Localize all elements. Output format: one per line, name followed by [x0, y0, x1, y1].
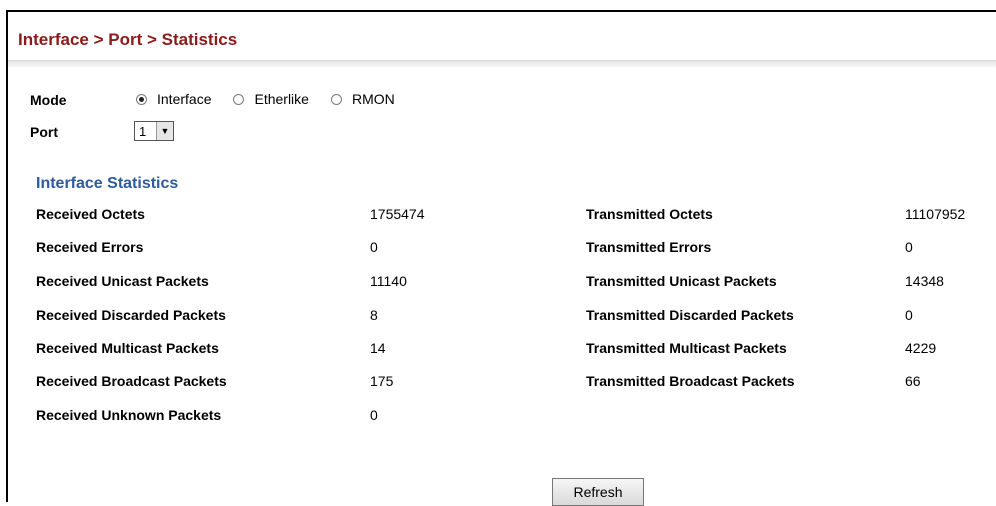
mode-option-rmon[interactable]: RMON: [330, 91, 395, 107]
mode-option-etherlike[interactable]: Etherlike: [233, 91, 309, 107]
rx-value: 0: [370, 407, 378, 423]
port-select[interactable]: 1 ▼: [134, 121, 174, 141]
stat-row: Received Octets 1755474 Transmitted Octe…: [8, 206, 996, 228]
tx-value: 11107952: [905, 206, 966, 222]
rx-value: 0: [370, 239, 378, 255]
chevron-down-icon[interactable]: ▼: [156, 122, 173, 140]
stat-row: Received Unknown Packets 0: [8, 407, 996, 429]
mode-label: Mode: [30, 92, 67, 108]
mode-radio-group: Interface Etherlike RMON: [136, 91, 417, 107]
stat-row: Received Broadcast Packets 175 Transmitt…: [8, 373, 996, 395]
tx-label: Transmitted Unicast Packets: [586, 273, 777, 289]
radio-interface-label: Interface: [157, 91, 212, 107]
rx-label: Received Multicast Packets: [36, 340, 219, 356]
rx-label: Received Errors: [36, 239, 144, 255]
stat-row: Received Unicast Packets 11140 Transmitt…: [8, 273, 996, 295]
tx-value: 4229: [905, 340, 937, 356]
page-frame: Interface > Port > Statistics Mode Inter…: [6, 10, 996, 506]
stat-row: Received Errors 0 Transmitted Errors 0: [8, 239, 996, 261]
title-bar: Interface > Port > Statistics: [8, 12, 996, 54]
tx-label: Transmitted Discarded Packets: [586, 307, 794, 323]
rx-value: 1755474: [370, 206, 425, 222]
page-title: Interface > Port > Statistics: [18, 30, 238, 49]
radio-etherlike-label: Etherlike: [254, 91, 309, 107]
radio-rmon[interactable]: [330, 93, 342, 105]
tx-label: Transmitted Multicast Packets: [586, 340, 787, 356]
tx-label: Transmitted Broadcast Packets: [586, 373, 795, 389]
rx-value: 8: [370, 307, 378, 323]
section-heading: Interface Statistics: [36, 175, 179, 192]
rx-value: 175: [370, 373, 394, 389]
rx-value: 11140: [370, 273, 407, 289]
tx-value: 0: [905, 239, 913, 255]
radio-interface[interactable]: [136, 93, 147, 105]
tx-value: 14348: [905, 273, 944, 289]
tx-value: 66: [905, 373, 921, 389]
tx-label: Transmitted Errors: [586, 239, 712, 255]
rx-label: Received Discarded Packets: [36, 307, 226, 323]
mode-option-interface[interactable]: Interface: [136, 91, 211, 107]
stat-row: Received Discarded Packets 8 Transmitted…: [8, 307, 996, 329]
rx-label: Received Octets: [36, 206, 145, 222]
radio-etherlike[interactable]: [233, 93, 245, 105]
rx-value: 14: [370, 340, 386, 356]
rx-label: Received Broadcast Packets: [36, 373, 227, 389]
rx-label: Received Unicast Packets: [36, 273, 209, 289]
stat-row: Received Multicast Packets 14 Transmitte…: [8, 340, 996, 362]
port-label: Port: [30, 124, 58, 140]
radio-rmon-label: RMON: [351, 91, 395, 107]
rx-label: Received Unknown Packets: [36, 407, 222, 423]
tx-value: 0: [905, 307, 913, 323]
title-divider: [8, 60, 996, 67]
port-select-value: 1: [139, 123, 147, 139]
tx-label: Transmitted Octets: [586, 206, 713, 222]
